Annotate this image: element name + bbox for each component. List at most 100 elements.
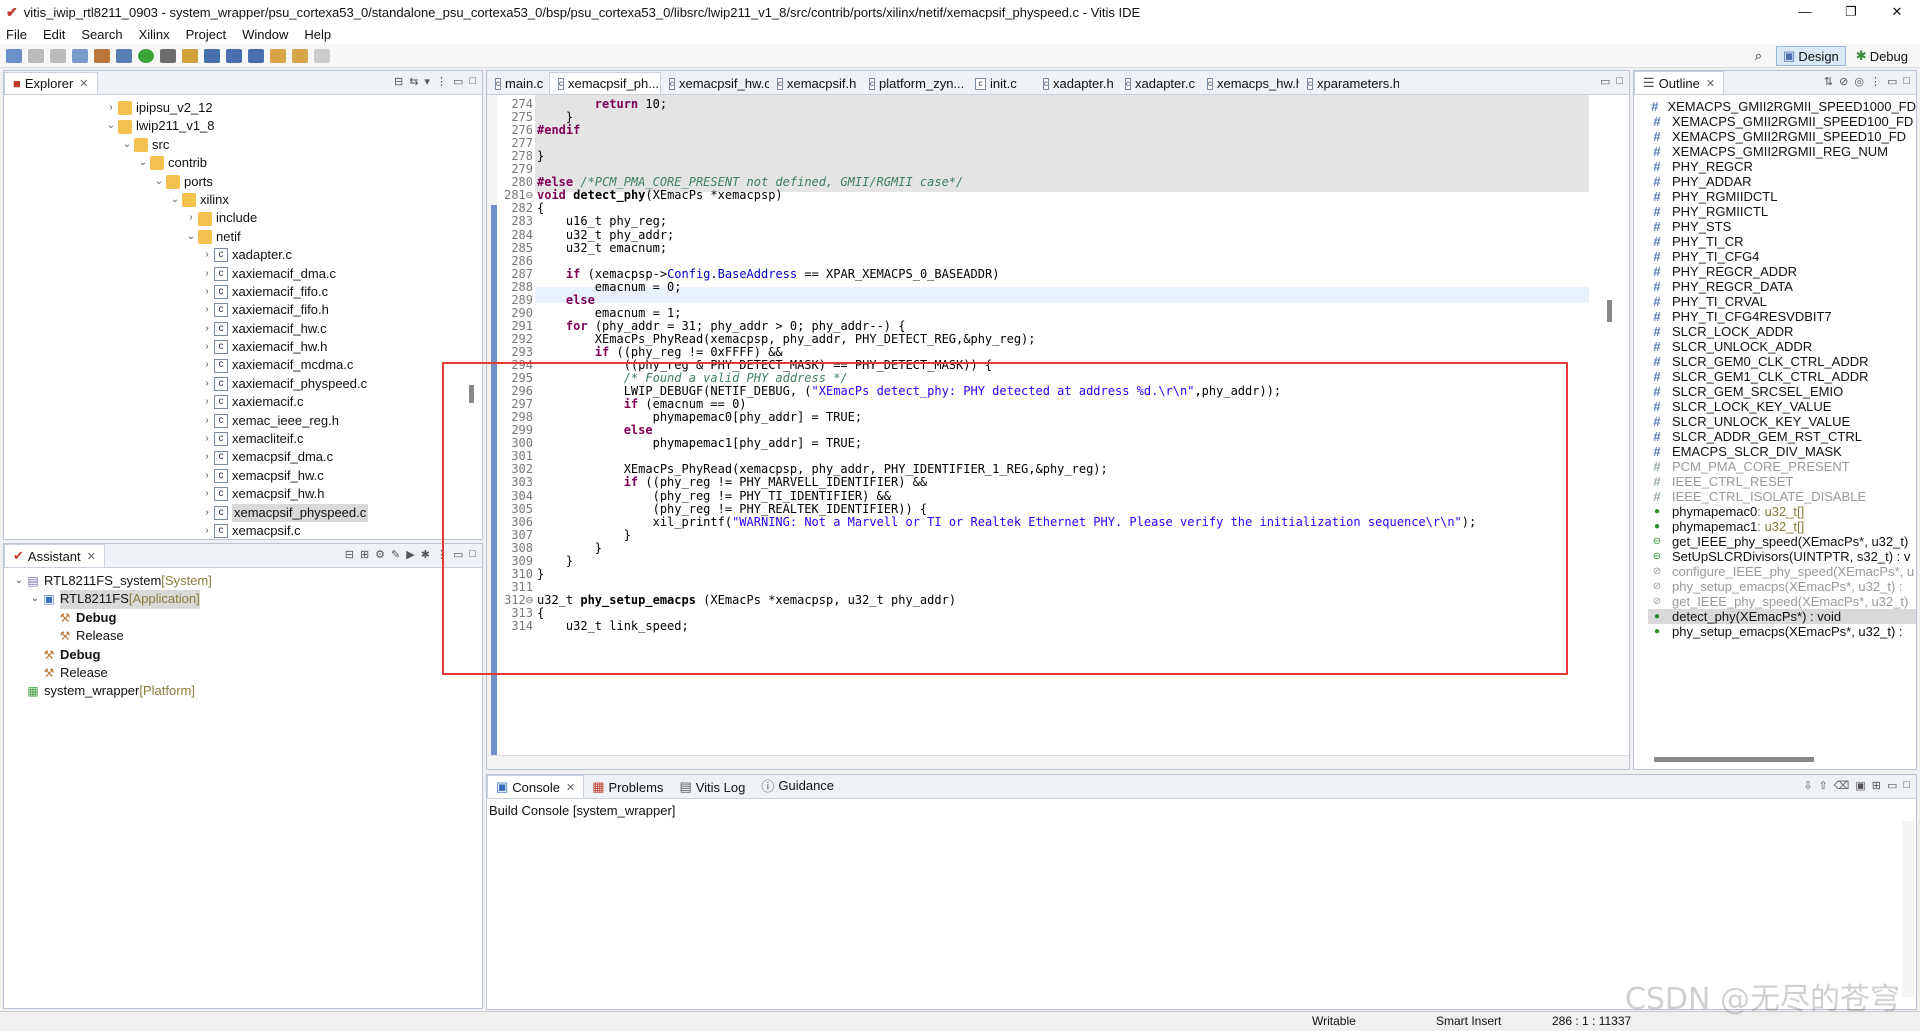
outline-item[interactable]: # IEEE_CTRL_RESET <box>1648 474 1916 489</box>
forward-icon[interactable] <box>292 48 308 63</box>
outline-item[interactable]: # PHY_TI_CR <box>1648 234 1916 249</box>
chevron-right-icon[interactable]: › <box>200 356 214 374</box>
explorer-item[interactable]: › c xaxiemacif_mcdma.c <box>4 356 482 374</box>
minimize-icon[interactable]: ▭ <box>1887 75 1897 88</box>
assistant-item[interactable]: ▦ system_wrapper [Platform] <box>4 682 482 700</box>
explorer-item[interactable]: › c xadapter.c <box>4 246 482 264</box>
chevron-right-icon[interactable]: › <box>200 246 214 264</box>
chevron-right-icon[interactable]: › <box>200 430 214 448</box>
menu-search[interactable]: Search <box>81 27 122 42</box>
outline-item[interactable]: # SLCR_UNLOCK_ADDR <box>1648 339 1916 354</box>
explorer-item[interactable]: › c xaxiemacif_fifo.c <box>4 283 482 301</box>
explorer-item[interactable]: ⌄ contrib <box>4 154 482 172</box>
editor-tab[interactable]: c xparameters.h <box>1299 73 1399 94</box>
editor-tab[interactable]: c xemacpsif.h <box>769 73 861 94</box>
outline-item[interactable]: # SLCR_GEM0_CLK_CTRL_ADDR <box>1648 354 1916 369</box>
editor-scrollbar-thumb[interactable] <box>1607 300 1612 322</box>
editor-tab[interactable]: c xadapter.h <box>1035 73 1117 94</box>
close-icon[interactable]: ✕ <box>566 781 575 794</box>
new-console-icon[interactable]: ⊞ <box>1872 779 1881 792</box>
explorer-item[interactable]: ⌄ src <box>4 136 482 154</box>
outline-item[interactable]: # PHY_TI_CFG4 <box>1648 249 1916 264</box>
perspective-design[interactable]: ▣ Design <box>1776 46 1846 66</box>
outline-item[interactable]: ⊘ configure_IEEE_phy_speed(XEmacPs*, u <box>1648 564 1916 579</box>
explorer-item[interactable]: › include <box>4 209 482 227</box>
outline-item[interactable]: ● phy_setup_emacps(XEmacPs*, u32_t) : <box>1648 624 1916 639</box>
chevron-down-icon[interactable]: ⌄ <box>184 228 198 246</box>
explorer-item[interactable]: ⌄ xilinx <box>4 191 482 209</box>
maximize-icon[interactable]: ❐ <box>1828 0 1874 24</box>
run-icon[interactable] <box>138 48 154 63</box>
view-menu-icon[interactable]: ⋮ <box>1870 75 1881 88</box>
outline-item[interactable]: # PHY_ADDAR <box>1648 174 1916 189</box>
maximize-icon[interactable]: □ <box>1903 779 1910 792</box>
chevron-right-icon[interactable]: › <box>200 375 214 393</box>
editor-tab[interactable]: c platform_zyn... <box>861 73 967 94</box>
outline-item[interactable]: # PHY_REGCR <box>1648 159 1916 174</box>
perspective-debug[interactable]: ✱ Debug <box>1850 47 1914 65</box>
hide-fields-icon[interactable]: ⊘ <box>1839 75 1848 88</box>
explorer-item[interactable]: › c xemacpsif.c <box>4 522 482 540</box>
maximize-icon[interactable]: □ <box>1903 75 1910 88</box>
console-tab[interactable]: ▦ Problems <box>584 776 671 798</box>
run-icon[interactable]: ▶ <box>406 548 414 561</box>
outline-item[interactable]: # PHY_TI_CRVAL <box>1648 294 1916 309</box>
outline-scrollbar-thumb[interactable] <box>1654 757 1814 762</box>
chevron-down-icon[interactable]: ⌄ <box>136 154 150 172</box>
console-scrollbar[interactable] <box>1902 821 1914 997</box>
maximize-icon[interactable]: □ <box>1616 75 1623 88</box>
scroll-lock-icon[interactable]: ⇩ <box>1803 779 1812 792</box>
outline-item[interactable]: ● phymapemac0 : u32_t[] <box>1648 504 1916 519</box>
close-icon[interactable]: ✕ <box>1874 0 1920 24</box>
hide-static-icon[interactable]: ◎ <box>1854 75 1864 88</box>
tab-assistant[interactable]: ✔ Assistant ✕ <box>4 544 105 567</box>
expand-all-icon[interactable]: ⊞ <box>360 548 369 561</box>
editor-tab[interactable]: c init.c <box>967 73 1035 94</box>
outline-item[interactable]: # PHY_STS <box>1648 219 1916 234</box>
chevron-right-icon[interactable]: › <box>200 485 214 503</box>
chevron-down-icon[interactable]: ⌄ <box>12 572 26 590</box>
assistant-item[interactable]: ⚒ Release <box>4 664 482 682</box>
program-icon[interactable] <box>226 48 242 63</box>
minimize-icon[interactable]: ▭ <box>453 75 463 88</box>
pin-icon[interactable]: ⇧ <box>1819 779 1828 792</box>
outline-item[interactable]: # EMACPS_SLCR_DIV_MASK <box>1648 444 1916 459</box>
outline-item[interactable]: ⊘ get_IEEE_phy_speed(XEmacPs*, u32_t) <box>1648 594 1916 609</box>
chevron-right-icon[interactable]: › <box>200 320 214 338</box>
outline-item[interactable]: ⊘ phy_setup_emacps(XEmacPs*, u32_t) : <box>1648 579 1916 594</box>
outline-item[interactable]: ⊖ SetUpSLCRDivisors(UINTPTR, s32_t) : v <box>1648 549 1916 564</box>
debug-icon[interactable] <box>160 48 176 63</box>
outline-item[interactable]: # PHY_REGCR_ADDR <box>1648 264 1916 279</box>
back-icon[interactable] <box>270 48 286 63</box>
tab-explorer[interactable]: ■ Explorer ✕ <box>4 72 98 94</box>
assistant-item[interactable]: ⌄ ▤ RTL8211FS_system [System] <box>4 572 482 590</box>
menu-file[interactable]: File <box>6 27 27 42</box>
explorer-item[interactable]: › c xemacliteif.c <box>4 430 482 448</box>
outline-item[interactable]: # PHY_RGMIICTL <box>1648 204 1916 219</box>
explorer-item[interactable]: › c xaxiemacif_hw.c <box>4 320 482 338</box>
chevron-down-icon[interactable]: ⌄ <box>104 117 118 135</box>
search-icon[interactable]: ⌕ <box>1755 48 1762 64</box>
chevron-down-icon[interactable]: ⌄ <box>168 191 182 209</box>
assistant-item[interactable]: ⚒ Debug <box>4 646 482 664</box>
menu-xilinx[interactable]: Xilinx <box>139 27 170 42</box>
explorer-item[interactable]: › c xaxiemacif.c <box>4 393 482 411</box>
gear-icon[interactable] <box>116 48 132 63</box>
outline-item[interactable]: # PCM_PMA_CORE_PRESENT <box>1648 459 1916 474</box>
console-tab[interactable]: ▣ Console ✕ <box>487 775 585 798</box>
outline-item[interactable]: # SLCR_GEM1_CLK_CTRL_ADDR <box>1648 369 1916 384</box>
collapse-all-icon[interactable]: ⊟ <box>345 548 354 561</box>
outline-item[interactable]: # XEMACPS_GMII2RGMII_SPEED1000_FD <box>1648 99 1916 114</box>
menu-edit[interactable]: Edit <box>43 27 65 42</box>
chevron-right-icon[interactable]: › <box>200 412 214 430</box>
assistant-item[interactable]: ⚒ Release <box>4 627 482 645</box>
editor-tab[interactable]: cxemacpsif_ph...✕ <box>549 72 661 94</box>
explorer-item[interactable]: › ipipsu_v2_12 <box>4 99 482 117</box>
outline-item[interactable]: # SLCR_ADDR_GEM_RST_CTRL <box>1648 429 1916 444</box>
chevron-right-icon[interactable]: › <box>200 504 214 522</box>
outline-item[interactable]: # PHY_REGCR_DATA <box>1648 279 1916 294</box>
chevron-right-icon[interactable]: › <box>104 99 118 117</box>
explorer-item[interactable]: ⌄ ports <box>4 173 482 191</box>
editor-tab[interactable]: c xadapter.c <box>1117 73 1199 94</box>
chevron-right-icon[interactable]: › <box>200 467 214 485</box>
